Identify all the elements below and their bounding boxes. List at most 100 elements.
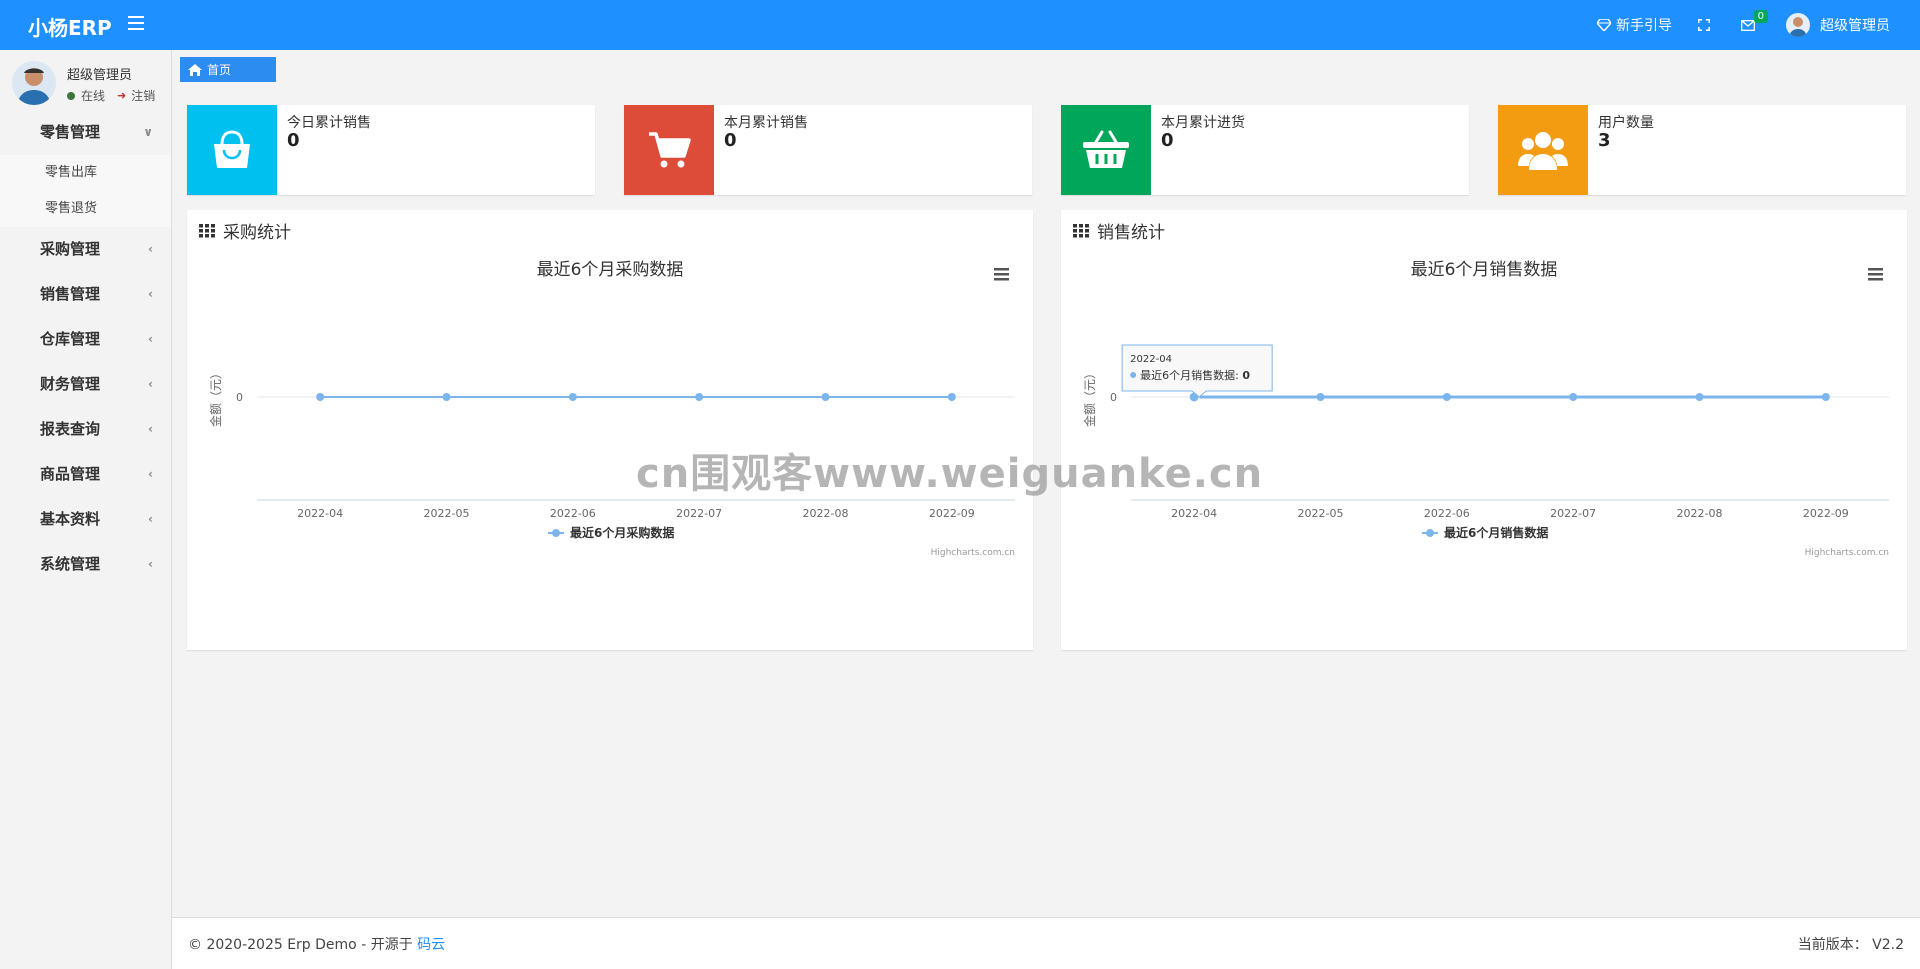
- avatar: [1786, 13, 1810, 37]
- data-point: [1442, 393, 1451, 401]
- user-menu[interactable]: 超级管理员: [1786, 13, 1890, 37]
- chevron-left-icon: ‹: [148, 512, 153, 526]
- panel-title: 销售统计: [1073, 218, 1165, 243]
- grid-icon: [199, 223, 215, 237]
- breadcrumb-label: 首页: [207, 63, 232, 77]
- users-icon: [1498, 105, 1588, 195]
- x-tick-label: 2022-06: [1424, 507, 1470, 520]
- info-value: 3: [1598, 130, 1611, 151]
- home-icon: [188, 63, 202, 76]
- sales-line-chart: 最近6个月销售数据 0 金额（元） 2022-04 2022-05 2022-06 2022…: [1082, 260, 1889, 558]
- data-point: [1316, 393, 1325, 401]
- tooltip-date: 2022-04: [1130, 354, 1172, 365]
- x-tick-label: 2022-07: [1550, 507, 1596, 520]
- chart-credits: Highcharts.com.cn: [1805, 548, 1889, 558]
- sidebar-item-basic-data[interactable]: 基本资料 ‹: [0, 497, 171, 542]
- data-point: [568, 393, 577, 401]
- data-point: [316, 393, 325, 401]
- menu-line: [994, 273, 1009, 276]
- footer-copyright: © 2020-2025 Erp Demo - 开源于 码云: [188, 934, 445, 954]
- sidebar-item-retail[interactable]: 零售管理 ∨: [0, 110, 171, 155]
- message-count-badge: 0: [1753, 9, 1768, 23]
- chart-title: 最近6个月销售数据: [1411, 260, 1558, 280]
- tooltip-marker: [1130, 372, 1137, 378]
- gitee-link[interactable]: 码云: [417, 937, 445, 953]
- brand-logo[interactable]: 小杨ERP: [28, 12, 112, 41]
- grid-icon: [1073, 223, 1089, 237]
- info-box-month-sales: 本月累计销售 0: [624, 105, 1032, 195]
- info-box-today-sales: 今日累计销售 0: [187, 105, 595, 195]
- chevron-down-icon: ∨: [143, 125, 153, 139]
- chevron-left-icon: ‹: [148, 242, 153, 256]
- sidebar-item-reports[interactable]: 报表查询 ‹: [0, 407, 171, 452]
- data-point: [947, 393, 956, 401]
- footer: © 2020-2025 Erp Demo - 开源于 码云 当前版本： V2.2: [172, 917, 1920, 969]
- fullscreen-button[interactable]: [1698, 19, 1715, 31]
- guide-button[interactable]: 新手引导: [1597, 15, 1672, 35]
- sidebar-toggle-icon[interactable]: [128, 16, 144, 30]
- sidebar-item-retail-return[interactable]: 零售退货: [0, 191, 171, 227]
- status-text: 在线: [81, 89, 106, 103]
- x-tick-label: 2022-04: [1171, 507, 1217, 520]
- sidebar-item-products[interactable]: 商品管理 ‹: [0, 452, 171, 497]
- x-tick-label: 2022-05: [1298, 507, 1344, 520]
- chart-menu-icon[interactable]: [1868, 268, 1883, 281]
- info-label: 用户数量: [1598, 115, 1654, 131]
- data-point: [1569, 393, 1578, 401]
- sidebar-user-name: 超级管理员: [67, 68, 133, 83]
- info-box-user-count: 用户数量 3: [1498, 105, 1906, 195]
- sidebar-item-finance[interactable]: 财务管理 ‹: [0, 362, 171, 407]
- chart-menu-icon[interactable]: [994, 268, 1009, 281]
- guide-label: 新手引导: [1616, 18, 1672, 34]
- y-axis-title: 金额（元）: [1082, 367, 1097, 427]
- y-axis-title: 金额（元）: [208, 367, 223, 427]
- x-tick-label: 2022-06: [550, 507, 596, 520]
- user-name: 超级管理员: [1820, 18, 1890, 34]
- sidebar-item-purchase[interactable]: 采购管理 ‹: [0, 227, 171, 272]
- legend-label: 最近6个月销售数据: [1444, 525, 1548, 540]
- sidebar-item-system[interactable]: 系统管理 ‹: [0, 542, 171, 587]
- info-value: 0: [1161, 130, 1174, 151]
- menu-label: 报表查询: [40, 420, 101, 438]
- y-tick-label: 0: [1110, 391, 1117, 404]
- x-tick-label: 2022-07: [676, 507, 722, 520]
- data-point: [821, 393, 830, 401]
- chevron-left-icon: ‹: [148, 287, 153, 301]
- online-dot-icon: [67, 91, 75, 100]
- sidebar-item-warehouse[interactable]: 仓库管理 ‹: [0, 317, 171, 362]
- x-tick-label: 2022-09: [929, 507, 975, 520]
- panel-title-text: 销售统计: [1097, 223, 1165, 243]
- breadcrumb-home-tab[interactable]: 首页: [180, 57, 276, 82]
- logout-icon[interactable]: ➜: [117, 89, 126, 102]
- info-label: 今日累计销售: [287, 115, 371, 131]
- tooltip-label: 最近6个月销售数据: 0: [1140, 368, 1250, 382]
- legend-marker: [1426, 529, 1434, 537]
- legend-item: 最近6个月销售数据: [1422, 525, 1548, 540]
- y-tick-label: 0: [236, 391, 243, 404]
- panel-title-text: 采购统计: [223, 223, 291, 243]
- menu-label: 基本资料: [40, 510, 101, 528]
- info-value: 0: [724, 130, 737, 151]
- messages-button[interactable]: 0: [1741, 9, 1768, 31]
- info-box-month-purchase: 本月累计进货 0: [1061, 105, 1469, 195]
- menu-line: [994, 278, 1009, 281]
- sidebar-item-retail-out[interactable]: 零售出库: [0, 155, 171, 191]
- info-label: 本月累计进货: [1161, 115, 1245, 131]
- chevron-left-icon: ‹: [148, 557, 153, 571]
- sidebar-menu: 零售管理 ∨ 零售出库 零售退货 采购管理 ‹ 销售管理 ‹ 仓库管理 ‹ 财务管理 ‹…: [0, 110, 171, 587]
- version-value: V2.2: [1872, 937, 1904, 953]
- data-point: [442, 393, 451, 401]
- chevron-left-icon: ‹: [148, 467, 153, 481]
- x-tick-label: 2022-04: [297, 507, 343, 520]
- sidebar-item-sales[interactable]: 销售管理 ‹: [0, 272, 171, 317]
- panel-title: 采购统计: [199, 218, 291, 243]
- copyright-text: © 2020-2025 Erp Demo - 开源于: [188, 937, 418, 953]
- logout-link[interactable]: 注销: [131, 87, 155, 104]
- footer-version: 当前版本： V2.2: [1798, 934, 1904, 954]
- chevron-left-icon: ‹: [148, 332, 153, 346]
- legend-label: 最近6个月采购数据: [570, 525, 674, 540]
- chart-title: 最近6个月采购数据: [537, 260, 684, 280]
- x-tick-label: 2022-08: [803, 507, 849, 520]
- avatar: [12, 61, 56, 105]
- shopping-cart-icon: [624, 105, 714, 195]
